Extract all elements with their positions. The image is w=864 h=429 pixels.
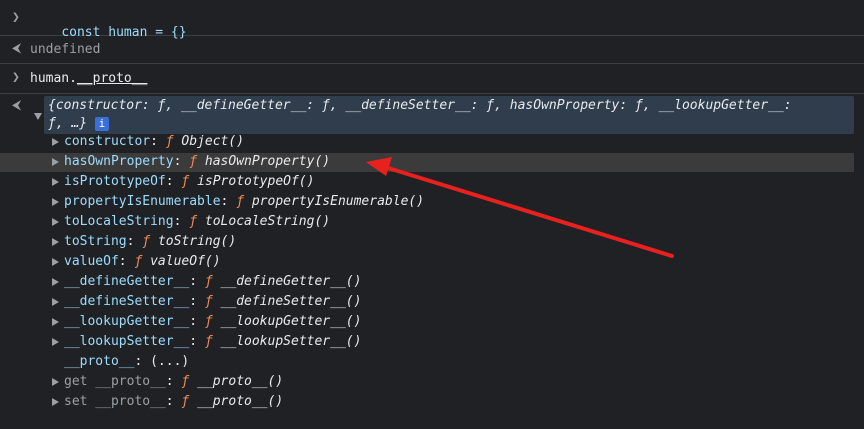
expand-arrow-icon[interactable] xyxy=(52,398,59,406)
property-name: constructor xyxy=(64,134,151,149)
chevron-right-icon: ❯ xyxy=(12,10,20,25)
function-name: Object() xyxy=(181,134,245,149)
property-name: __defineSetter__ xyxy=(64,294,190,309)
property-row[interactable]: __lookupGetter__: ƒ __lookupGetter__() xyxy=(52,313,362,331)
console-entry-output: ⮜ undefined xyxy=(0,36,864,64)
property-name: __proto__ xyxy=(64,354,135,369)
function-icon: ƒ xyxy=(236,194,245,209)
expand-arrow-icon[interactable] xyxy=(52,338,59,346)
property-name: __lookupSetter__ xyxy=(64,334,190,349)
property-row[interactable]: __proto__: (...) xyxy=(64,353,189,371)
function-name: propertyIsEnumerable() xyxy=(251,194,425,209)
expand-arrow-icon[interactable] xyxy=(52,178,59,186)
expand-toggle-icon[interactable] xyxy=(34,113,42,120)
property-row[interactable]: toString: ƒ toString() xyxy=(52,233,237,251)
property-separator: : xyxy=(189,314,205,329)
expand-arrow-icon[interactable] xyxy=(52,138,59,146)
function-icon: ƒ xyxy=(189,214,198,229)
function-icon: ƒ xyxy=(204,274,213,289)
property-row[interactable]: hasOwnProperty: ƒ hasOwnProperty() xyxy=(52,153,331,171)
expand-arrow-icon[interactable] xyxy=(52,378,59,386)
function-name: toString() xyxy=(157,234,237,249)
property-name: isPrototypeOf xyxy=(64,174,166,189)
function-name: __defineSetter__() xyxy=(220,294,362,309)
property-row[interactable]: valueOf: ƒ valueOf() xyxy=(52,253,221,271)
property-separator: : xyxy=(150,134,166,149)
function-icon: ƒ xyxy=(181,174,190,189)
expand-arrow-icon[interactable] xyxy=(52,258,59,266)
function-name: valueOf() xyxy=(150,254,221,269)
function-name: __lookupGetter__() xyxy=(220,314,362,329)
function-icon: ƒ xyxy=(134,254,143,269)
function-name: hasOwnProperty() xyxy=(204,154,331,169)
property-row[interactable]: __defineGetter__: ƒ __defineGetter__() xyxy=(52,273,362,291)
property-name: propertyIsEnumerable xyxy=(64,194,221,209)
property-row[interactable]: propertyIsEnumerable: ƒ propertyIsEnumer… xyxy=(52,193,425,211)
property-separator: : xyxy=(173,154,190,169)
console-entry-input: ❯ human.__proto__ xyxy=(0,64,864,94)
property-row[interactable]: get __proto__: ƒ __proto__() xyxy=(52,373,284,391)
chevron-right-icon: ❯ xyxy=(12,70,20,85)
property-separator: : xyxy=(165,374,182,389)
function-icon: ƒ xyxy=(181,374,190,389)
arrow-left-icon: ⮜ xyxy=(12,98,22,113)
object-preview[interactable]: {constructor: ƒ, __defineGetter__: ƒ, __… xyxy=(44,96,854,134)
property-name: valueOf xyxy=(64,254,119,269)
info-icon[interactable]: i xyxy=(94,116,109,131)
function-name: isPrototypeOf() xyxy=(197,174,315,189)
function-icon: ƒ xyxy=(181,394,190,409)
property-name: hasOwnProperty xyxy=(64,154,174,169)
property-separator: : xyxy=(220,194,237,209)
expand-arrow-icon[interactable] xyxy=(52,238,59,246)
property-separator: : xyxy=(126,234,143,249)
property-name: set __proto__ xyxy=(64,394,166,409)
property-value[interactable]: (...) xyxy=(150,354,189,369)
function-icon: ƒ xyxy=(142,234,151,249)
property-row[interactable]: __lookupSetter__: ƒ __lookupSetter__() xyxy=(52,333,362,351)
property-separator: : xyxy=(118,254,135,269)
property-row[interactable]: toLocaleString: ƒ toLocaleString() xyxy=(52,213,331,231)
arrow-left-icon: ⮜ xyxy=(12,41,22,56)
function-name: toLocaleString() xyxy=(204,214,331,229)
property-separator: : xyxy=(189,334,205,349)
function-icon: ƒ xyxy=(204,334,213,349)
property-row[interactable]: __defineSetter__: ƒ __defineSetter__() xyxy=(52,293,362,311)
expand-arrow-icon[interactable] xyxy=(52,158,59,166)
property-separator: : xyxy=(134,354,151,369)
function-name: __lookupSetter__() xyxy=(220,334,362,349)
property-row[interactable]: constructor: ƒ Object() xyxy=(52,133,245,151)
function-icon: ƒ xyxy=(204,294,213,309)
property-separator: : xyxy=(189,294,205,309)
object-preview-line1: {constructor: ƒ, __defineGetter__: ƒ, __… xyxy=(48,98,800,113)
console-entry-input: ❯ const human = {} xyxy=(0,0,864,40)
function-name: __proto__() xyxy=(197,394,284,409)
property-separator: : xyxy=(165,394,182,409)
property-name: __lookupGetter__ xyxy=(64,314,190,329)
property-name: toString xyxy=(64,234,127,249)
expand-arrow-icon[interactable] xyxy=(52,298,59,306)
property-name: toLocaleString xyxy=(64,214,174,229)
property-row[interactable]: isPrototypeOf: ƒ isPrototypeOf() xyxy=(52,173,315,191)
function-icon: ƒ xyxy=(204,314,213,329)
console-output-text: undefined xyxy=(30,42,101,57)
property-name: get __proto__ xyxy=(64,374,166,389)
function-name: __proto__() xyxy=(197,374,284,389)
console-input-text[interactable]: human.__proto__ xyxy=(30,71,147,86)
object-preview-line2: ƒ, …} xyxy=(48,116,88,131)
property-separator: : xyxy=(165,174,182,189)
function-icon: ƒ xyxy=(189,154,198,169)
function-icon: ƒ xyxy=(165,134,174,149)
expand-arrow-icon[interactable] xyxy=(52,218,59,226)
expand-arrow-icon[interactable] xyxy=(52,318,59,326)
property-separator: : xyxy=(189,274,205,289)
property-row[interactable]: set __proto__: ƒ __proto__() xyxy=(52,393,284,411)
property-separator: : xyxy=(173,214,190,229)
function-name: __defineGetter__() xyxy=(220,274,362,289)
property-name: __defineGetter__ xyxy=(64,274,190,289)
expand-arrow-icon[interactable] xyxy=(52,278,59,286)
expand-arrow-icon[interactable] xyxy=(52,198,59,206)
